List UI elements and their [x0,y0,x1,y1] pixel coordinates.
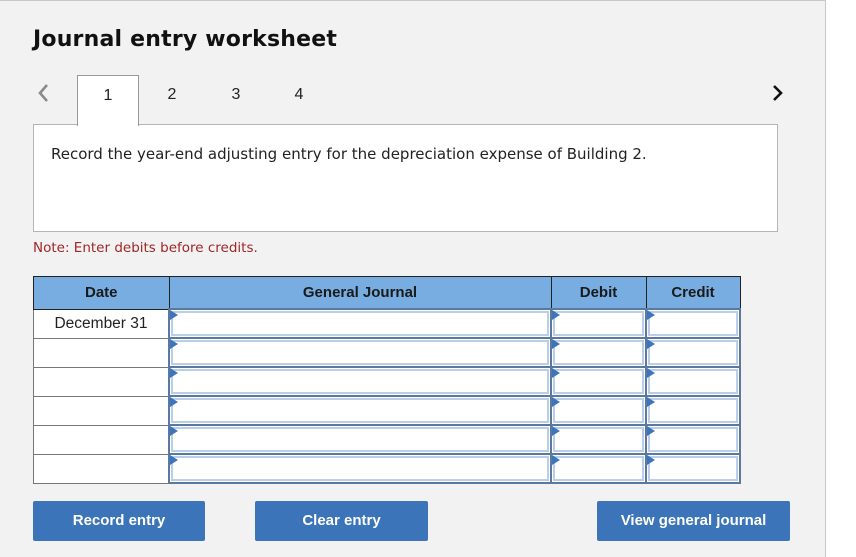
dropdown-flag-icon [170,455,178,465]
table-row [33,424,741,455]
instruction-text: Record the year-end adjusting entry for … [51,145,647,163]
prev-button[interactable] [34,81,54,105]
credit-input[interactable] [645,424,741,455]
input-flag-icon [647,368,655,378]
dropdown-flag-icon [170,310,178,320]
debit-input[interactable] [550,366,647,397]
instruction-box: Record the year-end adjusting entry for … [33,124,778,232]
credit-input[interactable] [645,366,741,397]
tab-2[interactable]: 2 [141,75,203,125]
tab-label: 4 [294,86,304,103]
date-cell: December 31 [33,308,170,339]
account-input[interactable] [168,453,552,484]
date-cell [33,453,170,484]
worksheet-panel: Journal entry worksheet 1 2 3 4 Record t… [0,0,826,557]
input-flag-icon [647,310,655,320]
tab-label: 1 [103,87,113,104]
date-cell [33,337,170,368]
dropdown-flag-icon [170,397,178,407]
input-flag-icon [552,310,560,320]
dropdown-flag-icon [170,339,178,349]
column-header-general-journal: General Journal [168,276,552,310]
tab-4[interactable]: 4 [268,75,330,125]
column-header-credit: Credit [645,276,741,310]
credit-input[interactable] [645,337,741,368]
input-flag-icon [647,339,655,349]
table-row [33,395,741,426]
date-cell [33,395,170,426]
record-entry-button[interactable]: Record entry [33,501,205,541]
input-flag-icon [552,426,560,436]
input-flag-icon [552,455,560,465]
account-input[interactable] [168,366,552,397]
account-input[interactable] [168,308,552,339]
column-header-debit: Debit [550,276,647,310]
page-title: Journal entry worksheet [33,27,338,52]
debit-input[interactable] [550,395,647,426]
input-flag-icon [647,397,655,407]
input-flag-icon [647,426,655,436]
chevron-left-icon [38,84,48,102]
account-input[interactable] [168,337,552,368]
table-header-row: Date General Journal Debit Credit [33,276,741,310]
date-cell [33,424,170,455]
credit-input[interactable] [645,453,741,484]
account-input[interactable] [168,424,552,455]
next-button[interactable] [768,81,788,105]
debit-input[interactable] [550,453,647,484]
table-row [33,337,741,368]
dropdown-flag-icon [170,426,178,436]
dropdown-flag-icon [170,368,178,378]
input-flag-icon [552,339,560,349]
chevron-right-icon [773,85,783,101]
tab-label: 3 [231,86,241,103]
tab-1[interactable]: 1 [77,75,139,126]
input-flag-icon [552,368,560,378]
tab-label: 2 [167,86,177,103]
input-flag-icon [647,455,655,465]
input-flag-icon [552,397,560,407]
debit-input[interactable] [550,424,647,455]
account-input[interactable] [168,395,552,426]
debit-credit-note: Note: Enter debits before credits. [33,240,258,256]
clear-entry-button[interactable]: Clear entry [255,501,428,541]
table-row [33,366,741,397]
credit-input[interactable] [645,308,741,339]
tab-3[interactable]: 3 [205,75,267,125]
table-row [33,453,741,484]
view-general-journal-button[interactable]: View general journal [597,501,790,541]
column-header-date: Date [33,276,170,310]
date-cell [33,366,170,397]
table-row: December 31 [33,308,741,339]
journal-table: Date General Journal Debit Credit Decemb… [33,276,741,484]
debit-input[interactable] [550,337,647,368]
credit-input[interactable] [645,395,741,426]
debit-input[interactable] [550,308,647,339]
